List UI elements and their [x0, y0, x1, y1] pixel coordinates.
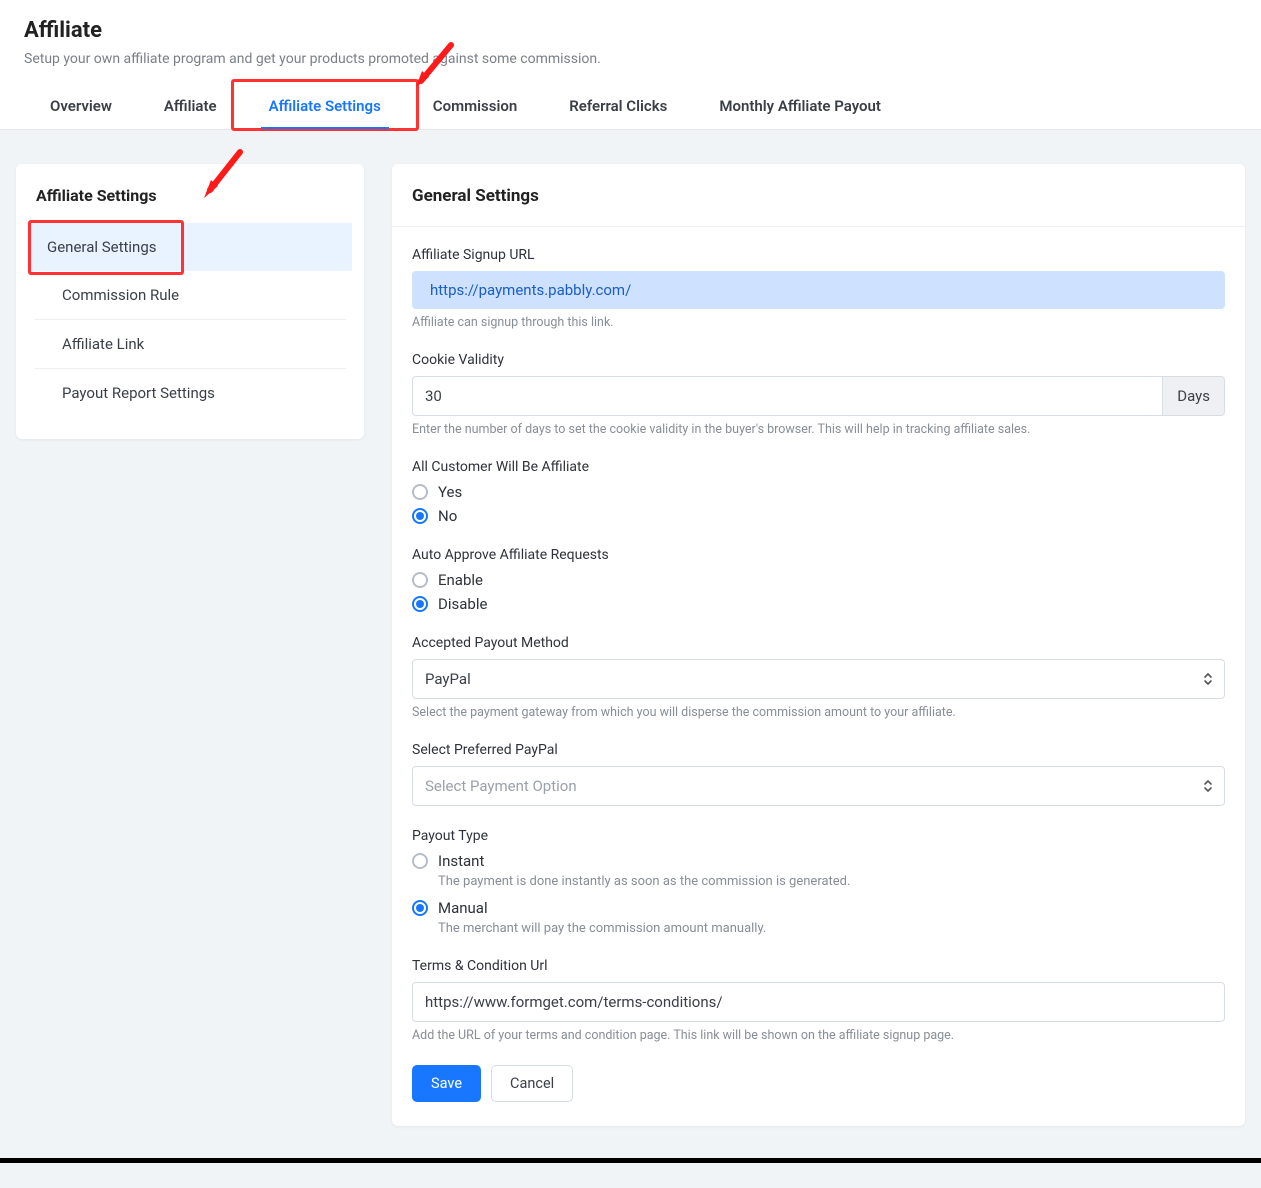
- page-header: Affiliate Setup your own affiliate progr…: [0, 0, 1261, 130]
- payout-method-select[interactable]: PayPal: [412, 659, 1225, 699]
- radio-all-customer-yes[interactable]: Yes: [412, 483, 1225, 501]
- content-area: Affiliate Settings General Settings Comm…: [0, 130, 1261, 1156]
- tab-affiliate-settings[interactable]: Affiliate Settings: [243, 87, 407, 129]
- label-terms-url: Terms & Condition Url: [412, 958, 1225, 974]
- radio-auto-approve-disable[interactable]: Disable: [412, 595, 1225, 613]
- tab-bar: Overview Affiliate Affiliate Settings Co…: [24, 87, 1237, 129]
- field-preferred-paypal: Select Preferred PayPal Select Payment O…: [412, 742, 1225, 806]
- help-payout-method: Select the payment gateway from which yo…: [412, 705, 1225, 720]
- sidebar: Affiliate Settings General Settings Comm…: [16, 164, 364, 439]
- radio-label: No: [438, 507, 457, 525]
- signup-url-value[interactable]: https://payments.pabbly.com/: [412, 271, 1225, 309]
- radio-payout-manual[interactable]: Manual: [412, 899, 1225, 917]
- radio-all-customer-no[interactable]: No: [412, 507, 1225, 525]
- form-body: Affiliate Signup URL https://payments.pa…: [392, 227, 1245, 1126]
- help-payout-instant: The payment is done instantly as soon as…: [438, 874, 1225, 889]
- tab-affiliate-settings-label: Affiliate Settings: [269, 97, 381, 115]
- cookie-addon: Days: [1163, 376, 1225, 416]
- terms-url-input[interactable]: [412, 982, 1225, 1022]
- radio-icon: [412, 484, 428, 500]
- field-signup-url: Affiliate Signup URL https://payments.pa…: [412, 247, 1225, 330]
- sidebar-item-commission-rule[interactable]: Commission Rule: [34, 271, 346, 320]
- radio-label: Instant: [438, 852, 484, 870]
- radio-label: Manual: [438, 899, 488, 917]
- tab-affiliate[interactable]: Affiliate: [138, 87, 243, 129]
- button-row: Save Cancel: [412, 1065, 1225, 1102]
- page-title: Affiliate: [24, 18, 1237, 43]
- radio-label: Disable: [438, 595, 487, 613]
- radio-icon: [412, 853, 428, 869]
- sidebar-item-affiliate-link[interactable]: Affiliate Link: [34, 320, 346, 369]
- help-terms-url: Add the URL of your terms and condition …: [412, 1028, 1225, 1043]
- tab-commission[interactable]: Commission: [407, 87, 543, 129]
- field-all-customer: All Customer Will Be Affiliate Yes No: [412, 459, 1225, 525]
- cookie-input[interactable]: [412, 376, 1163, 416]
- label-cookie: Cookie Validity: [412, 352, 1225, 368]
- preferred-paypal-select[interactable]: Select Payment Option: [412, 766, 1225, 806]
- help-cookie: Enter the number of days to set the cook…: [412, 422, 1225, 437]
- tab-overview[interactable]: Overview: [24, 87, 138, 129]
- help-payout-manual: The merchant will pay the commission amo…: [438, 921, 1225, 936]
- radio-icon: [412, 900, 428, 916]
- sidebar-item-general-settings[interactable]: General Settings: [28, 223, 352, 271]
- main-title: General Settings: [392, 164, 1245, 227]
- label-signup-url: Affiliate Signup URL: [412, 247, 1225, 263]
- radio-icon: [412, 572, 428, 588]
- field-cookie-validity: Cookie Validity Days Enter the number of…: [412, 352, 1225, 437]
- field-auto-approve: Auto Approve Affiliate Requests Enable D…: [412, 547, 1225, 613]
- label-all-customer: All Customer Will Be Affiliate: [412, 459, 1225, 475]
- label-payout-type: Payout Type: [412, 828, 1225, 844]
- tab-monthly-payout[interactable]: Monthly Affiliate Payout: [693, 87, 907, 129]
- field-terms-url: Terms & Condition Url Add the URL of you…: [412, 958, 1225, 1043]
- main-panel: General Settings Affiliate Signup URL ht…: [392, 164, 1245, 1126]
- sidebar-item-label: Affiliate Link: [62, 335, 144, 353]
- radio-icon: [412, 508, 428, 524]
- save-button[interactable]: Save: [412, 1065, 481, 1102]
- radio-label: Enable: [438, 571, 483, 589]
- label-payout-method: Accepted Payout Method: [412, 635, 1225, 651]
- radio-icon: [412, 596, 428, 612]
- sidebar-item-label: General Settings: [47, 238, 157, 256]
- cancel-button[interactable]: Cancel: [491, 1065, 573, 1102]
- tab-referral-clicks[interactable]: Referral Clicks: [543, 87, 693, 129]
- page-subtitle: Setup your own affiliate program and get…: [24, 51, 1237, 67]
- radio-auto-approve-enable[interactable]: Enable: [412, 571, 1225, 589]
- radio-label: Yes: [438, 483, 462, 501]
- sidebar-item-label: Payout Report Settings: [62, 384, 215, 402]
- field-payout-type: Payout Type Instant The payment is done …: [412, 828, 1225, 936]
- label-auto-approve: Auto Approve Affiliate Requests: [412, 547, 1225, 563]
- sidebar-item-label: Commission Rule: [62, 286, 179, 304]
- label-preferred-paypal: Select Preferred PayPal: [412, 742, 1225, 758]
- radio-payout-instant[interactable]: Instant: [412, 852, 1225, 870]
- sidebar-item-payout-report-settings[interactable]: Payout Report Settings: [34, 369, 346, 417]
- footer-divider: [0, 1158, 1261, 1163]
- sidebar-title: Affiliate Settings: [16, 180, 364, 223]
- help-signup-url: Affiliate can signup through this link.: [412, 315, 1225, 330]
- field-payout-method: Accepted Payout Method PayPal Select the…: [412, 635, 1225, 720]
